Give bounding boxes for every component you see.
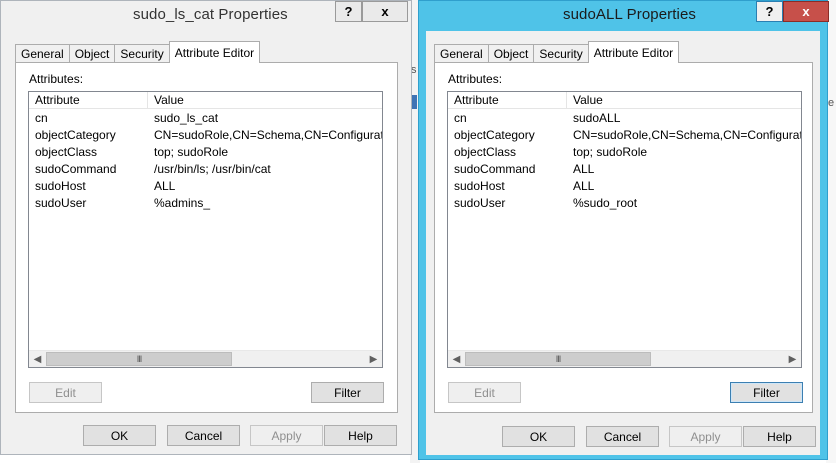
scroll-thumb[interactable]: III	[46, 352, 232, 366]
close-title-button[interactable]: x	[783, 1, 829, 22]
scroll-right-icon[interactable]: ▶	[784, 351, 801, 367]
attribute-name: sudoHost	[454, 179, 505, 193]
attribute-value: ALL	[573, 162, 595, 176]
title-bar[interactable]: sudo_ls_cat Properties ? x	[1, 1, 411, 31]
attributes-list[interactable]: Attribute Value cn sudoALL objectCategory…	[447, 91, 802, 368]
horizontal-scrollbar[interactable]: ◀ III ▶	[29, 350, 382, 367]
window-title: sudoALL Properties	[563, 6, 696, 23]
cancel-button[interactable]: Cancel	[167, 425, 240, 446]
column-header-value[interactable]: Value	[148, 92, 382, 109]
table-row[interactable]: cn sudo_ls_cat	[29, 110, 382, 127]
attribute-name: objectClass	[454, 145, 517, 159]
filter-button[interactable]: Filter	[311, 382, 384, 403]
list-header: Attribute Value	[448, 92, 801, 109]
help-button[interactable]: Help	[743, 426, 816, 447]
attribute-value: top; sudoRole	[154, 145, 229, 159]
attributes-list[interactable]: Attribute Value cn sudo_ls_cat objectCate…	[28, 91, 383, 368]
attribute-name: objectCategory	[454, 128, 535, 142]
attribute-name: sudoCommand	[35, 162, 117, 176]
column-header-attribute[interactable]: Attribute	[448, 92, 567, 109]
attributes-label: Attributes:	[29, 72, 84, 86]
apply-button[interactable]: Apply	[669, 426, 742, 447]
table-row[interactable]: sudoCommand/usr/bin/ls; /usr/bin/cat	[29, 161, 382, 178]
attribute-value: %sudo_root	[573, 196, 638, 210]
table-row[interactable]: objectCategory CN=sudoRole,CN=Schema,CN=C…	[448, 127, 801, 144]
cancel-button[interactable]: Cancel	[586, 426, 659, 447]
tab-general[interactable]: General	[15, 44, 70, 63]
tab-attribute-editor[interactable]: Attribute Editor	[587, 41, 680, 63]
attribute-value: ALL	[154, 179, 176, 193]
help-title-button[interactable]: ?	[756, 1, 783, 22]
tab-security[interactable]: Security	[114, 44, 170, 63]
table-row[interactable]: objectCategory CN=sudoRole,CN=Schema,CN=C…	[29, 127, 382, 144]
attribute-name: cn	[35, 111, 48, 125]
attribute-value: CN=sudoRole,CN=Schema,CN=Configuration,D…	[573, 128, 801, 142]
apply-button[interactable]: Apply	[250, 425, 323, 446]
table-row[interactable]: cn sudoALL	[448, 110, 801, 127]
attribute-value: /usr/bin/ls; /usr/bin/cat	[154, 162, 271, 176]
attribute-name: objectCategory	[35, 128, 116, 142]
ok-button[interactable]: OK	[502, 426, 575, 447]
scroll-right-icon[interactable]: ▶	[365, 351, 382, 367]
table-row[interactable]: sudoUser %sudo_root	[448, 195, 801, 212]
ok-button[interactable]: OK	[83, 425, 156, 446]
tab-strip: General Object Security Attribute Editor	[15, 39, 261, 63]
attribute-value: ALL	[573, 179, 595, 193]
table-row[interactable]: sudoHost ALL	[448, 178, 801, 195]
attribute-editor-panel: Attributes: Attribute Value cn sudo_ls_ca…	[15, 62, 398, 413]
attribute-value: CN=sudoRole,CN=Schema,CN=Configuration,D…	[154, 128, 382, 142]
properties-dialog-sudo-ls-cat: sudo_ls_cat Properties ? x General Objec…	[0, 0, 412, 455]
help-button[interactable]: Help	[324, 425, 397, 446]
title-bar[interactable]: sudoALL Properties ? x	[419, 1, 829, 31]
attribute-value: %admins_	[154, 196, 211, 210]
tab-attribute-editor[interactable]: Attribute Editor	[168, 41, 261, 63]
properties-dialog-sudoall: sudoALL Properties ? x General Object Se…	[418, 0, 829, 460]
filter-button[interactable]: Filter	[730, 382, 803, 403]
tab-object[interactable]: Object	[487, 44, 535, 63]
column-header-value[interactable]: Value	[567, 92, 801, 109]
window-title: sudo_ls_cat Properties	[133, 6, 288, 23]
tab-strip: General Object Security Attribute Editor	[434, 39, 680, 63]
attribute-name: cn	[454, 111, 467, 125]
table-row[interactable]: sudoUser %admins_	[29, 195, 382, 212]
list-header: Attribute Value	[29, 92, 382, 109]
attribute-value: sudoALL	[573, 111, 621, 125]
background-text-fragment-right: e	[828, 97, 835, 109]
table-row[interactable]: sudoCommand ALL	[448, 161, 801, 178]
dialog-client: General Object Security Attribute Editor…	[7, 31, 405, 447]
scroll-thumb[interactable]: III	[465, 352, 651, 366]
horizontal-scrollbar[interactable]: ◀ III ▶	[448, 350, 801, 367]
dialog-client: General Object Security Attribute Editor…	[426, 31, 820, 455]
attribute-value: sudo_ls_cat	[154, 111, 219, 125]
attribute-name: sudoCommand	[454, 162, 536, 176]
attribute-editor-panel: Attributes: Attribute Value cn sudoALL ob…	[434, 62, 813, 413]
edit-button[interactable]: Edit	[29, 382, 102, 403]
attribute-name: sudoUser	[35, 196, 87, 210]
attribute-value: top; sudoRole	[573, 145, 648, 159]
scroll-left-icon[interactable]: ◀	[29, 351, 46, 367]
attributes-label: Attributes:	[448, 72, 503, 86]
attribute-name: sudoHost	[35, 179, 86, 193]
table-row[interactable]: objectClass top; sudoRole	[448, 144, 801, 161]
attribute-name: sudoUser	[454, 196, 506, 210]
column-header-attribute[interactable]: Attribute	[29, 92, 148, 109]
help-title-button[interactable]: ?	[335, 1, 362, 22]
close-title-button[interactable]: x	[362, 1, 408, 22]
table-row[interactable]: objectClass top; sudoRole	[29, 144, 382, 161]
tab-object[interactable]: Object	[68, 44, 116, 63]
tab-security[interactable]: Security	[533, 44, 589, 63]
table-row[interactable]: sudoHost ALL	[29, 178, 382, 195]
edit-button[interactable]: Edit	[448, 382, 521, 403]
tab-general[interactable]: General	[434, 44, 489, 63]
attribute-name: objectClass	[35, 145, 98, 159]
scroll-left-icon[interactable]: ◀	[448, 351, 465, 367]
